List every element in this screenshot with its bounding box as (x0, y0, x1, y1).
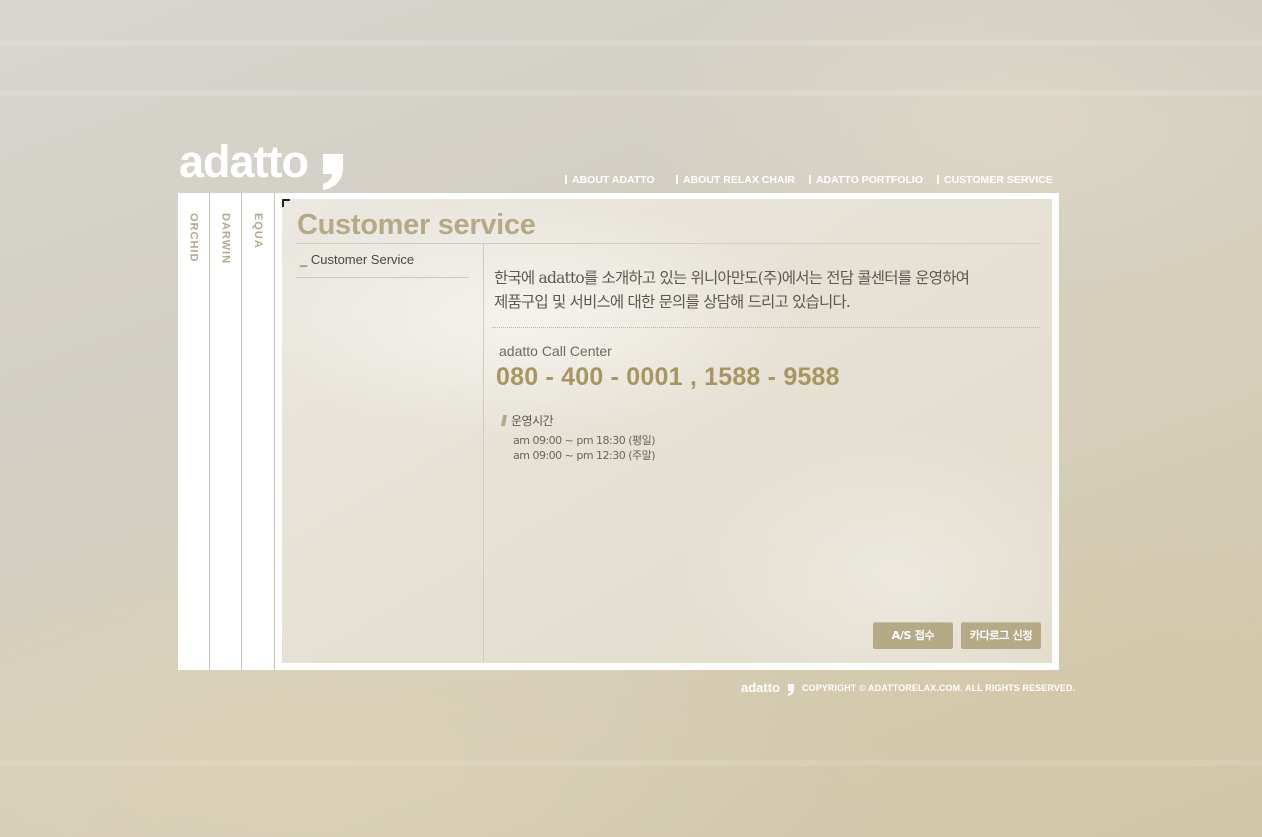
hours-weekend: am 09:00 ~ pm 12:30 (주말) (513, 449, 656, 462)
logo-text: adatto (179, 136, 309, 187)
nav-about-adatto[interactable]: ABOUT ADATTO (565, 174, 655, 186)
tab-orchid[interactable]: ORCHID (178, 193, 210, 670)
content-panel: Customer service _ Customer Service 한국에 … (282, 199, 1052, 663)
product-tabs: ORCHID DARWIN EQUA (178, 193, 275, 670)
hours-weekday: am 09:00 ~ pm 18:30 (평일) (513, 434, 656, 447)
nav-bullet-icon (809, 175, 811, 184)
left-menu: _ Customer Service (296, 244, 484, 662)
divider (296, 277, 469, 278)
footer-logo: adatto (741, 680, 780, 695)
copyright-text: COPYRIGHT © ADATTORELAX.COM. ALL RIGHTS … (802, 683, 1076, 693)
intro-text: 한국에 adatto를 소개하고 있는 위니아만도(주)에서는 전담 콜센터를 … (494, 266, 970, 314)
page-title: Customer service (297, 209, 536, 241)
bg-texture (0, 90, 1262, 96)
bg-texture (0, 40, 1262, 46)
nav-bullet-icon (565, 175, 567, 184)
dotted-divider (492, 327, 1040, 328)
nav-bullet-icon (937, 175, 939, 184)
hours-heading: 운영시간 (500, 412, 554, 429)
tab-darwin[interactable]: DARWIN (210, 193, 242, 670)
as-request-button[interactable]: A/S 접수 (873, 622, 953, 649)
nav-about-relax-chair[interactable]: ABOUT RELAX CHAIR (676, 174, 795, 186)
nav-bullet-icon (676, 175, 678, 184)
intro-line: 한국에 adatto를 소개하고 있는 위니아만도(주)에서는 전담 콜센터를 … (494, 269, 970, 287)
heading-bullet-icon (500, 415, 508, 426)
logo-comma-icon (323, 154, 343, 190)
call-center-label: adatto Call Center (499, 343, 612, 359)
intro-line: 제품구입 및 서비스에 대한 문의를 상담해 드리고 있습니다. (494, 293, 851, 311)
call-center-numbers: 080 - 400 - 0001 , 1588 - 9588 (496, 363, 840, 391)
tab-label: EQUA (252, 213, 264, 249)
bg-texture (0, 760, 1262, 766)
nav-adatto-portfolio[interactable]: ADATTO PORTFOLIO (809, 174, 923, 186)
hours-heading-label: 운영시간 (511, 414, 554, 428)
catalog-request-button[interactable]: 카다로그 신청 (961, 622, 1041, 649)
footer-logo-comma-icon (788, 684, 794, 696)
corner-mark (282, 199, 290, 207)
tab-label: DARWIN (219, 213, 232, 265)
tab-equa[interactable]: EQUA (242, 193, 275, 670)
nav-customer-service[interactable]: CUSTOMER SERVICE (937, 174, 1053, 186)
nav-label: ABOUT ADATTO (572, 174, 655, 186)
nav-label: ADATTO PORTFOLIO (816, 174, 923, 186)
menu-item-customer-service[interactable]: _ Customer Service (300, 252, 414, 267)
main-frame: ORCHID DARWIN EQUA Customer service _ Cu… (178, 193, 1059, 670)
nav-label: ABOUT RELAX CHAIR (683, 174, 795, 186)
tab-label: ORCHID (187, 213, 200, 263)
adatto-logo[interactable]: adatto (179, 136, 343, 192)
nav-label: CUSTOMER SERVICE (944, 174, 1053, 186)
